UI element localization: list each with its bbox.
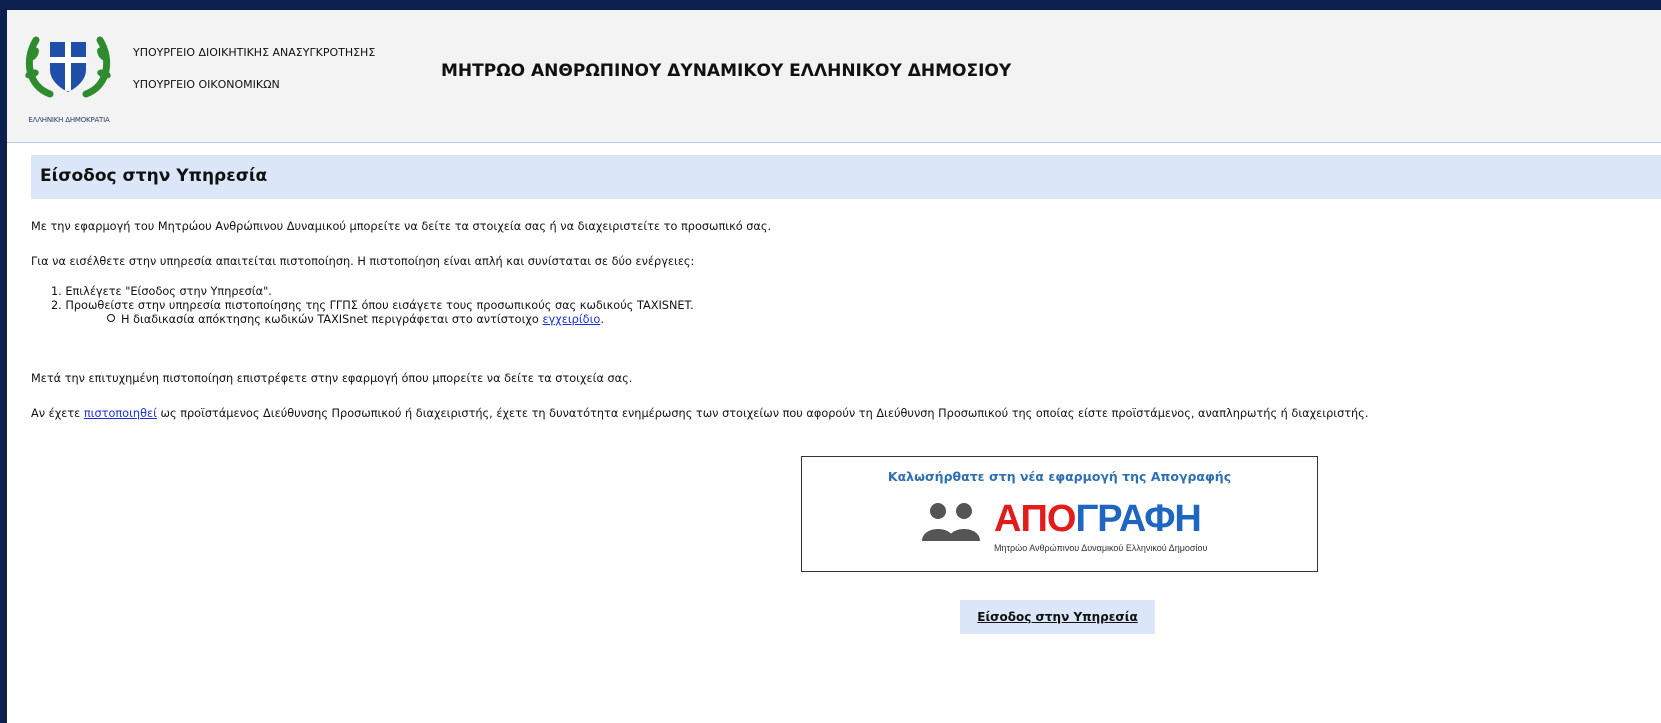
step-1: 1. Επιλέγετε "Είσοδος στην Υπηρεσία".: [51, 285, 272, 298]
login-button[interactable]: Είσοδος στην Υπηρεσία: [960, 600, 1155, 634]
apografi-subtitle: Μητρώο Ανθρώπινου Δυναμικού Ελληνικού Δη…: [994, 543, 1208, 553]
circle-bullet-icon: [107, 314, 115, 322]
admin-text-post: ως προϊστάμενος Διεύθυνσης Προσωπικού ή …: [156, 407, 1369, 420]
step-2: 2. Προωθείστε στην υπηρεσία πιστοποίησης…: [51, 299, 694, 312]
section-header-bar: Είσοδος στην Υπηρεσία: [31, 155, 1661, 199]
greek-emblem-logo: ΕΛΛΗΝΙΚΗ ΔΗΜΟΚΡΑΤΙΑ: [10, 24, 126, 132]
step-2-subitem: Η διαδικασία απόκτησης κωδικών TAXISnet …: [51, 313, 694, 327]
apografi-title: ΑΠΟΓΡΑΦΗ: [994, 498, 1202, 540]
certified-link[interactable]: πιστοποιηθεί: [84, 407, 157, 420]
people-icon: [922, 503, 980, 541]
manual-link[interactable]: εγχειρίδιο: [542, 313, 600, 326]
apografi-title-blue: ΓΡΑΦΗ: [1075, 498, 1201, 540]
intro-text: Με την εφαρμογή του Μητρώου Ανθρώπινου Δ…: [31, 220, 772, 233]
auth-intro-text: Για να εισέλθετε στην υπηρεσία απαιτείτα…: [31, 255, 695, 268]
admin-text: Αν έχετε πιστοποιηθεί ως προϊστάμενος Δι…: [31, 407, 1368, 420]
page-title: Είσοδος στην Υπηρεσία: [40, 166, 268, 186]
registry-title: ΜΗΤΡΩΟ ΑΝΘΡΩΠΙΝΟΥ ΔΥΝΑΜΙΚΟΥ ΕΛΛΗΝΙΚΟΥ ΔΗ…: [441, 61, 1012, 81]
apografi-banner[interactable]: Καλωσήρθατε στη νέα εφαρμογή της Απογραφ…: [801, 456, 1318, 572]
laurel-emblem-icon: [25, 36, 111, 98]
after-auth-text: Μετά την επιτυχημένη πιστοποίηση επιστρέ…: [31, 372, 633, 385]
banner-welcome-text: Καλωσήρθατε στη νέα εφαρμογή της Απογραφ…: [887, 469, 1232, 484]
subitem-text: Η διαδικασία απόκτησης κωδικών TAXISnet …: [121, 313, 543, 326]
page-frame: ΕΛΛΗΝΙΚΗ ΔΗΜΟΚΡΑΤΙΑ ΥΠΟΥΡΓΕΙΟ ΔΙΟΙΚΗΤΙΚΗ…: [7, 10, 1661, 723]
subitem-end: .: [600, 313, 604, 326]
logo-caption: ΕΛΛΗΝΙΚΗ ΔΗΜΟΚΡΑΤΙΑ: [28, 116, 110, 124]
apografi-title-red: ΑΠΟ: [994, 498, 1076, 540]
admin-text-pre: Αν έχετε: [31, 407, 84, 420]
ministry-finance: ΥΠΟΥΡΓΕΙΟ ΟΙΚΟΝΟΜΙΚΩΝ: [133, 78, 280, 91]
ministry-admin-reconstruction: ΥΠΟΥΡΓΕΙΟ ΔΙΟΙΚΗΤΙΚΗΣ ΑΝΑΣΥΓΚΡΟΤΗΣΗΣ: [133, 46, 376, 59]
site-header: ΕΛΛΗΝΙΚΗ ΔΗΜΟΚΡΑΤΙΑ ΥΠΟΥΡΓΕΙΟ ΔΙΟΙΚΗΤΙΚΗ…: [7, 10, 1661, 143]
steps-list: 1. Επιλέγετε "Είσοδος στην Υπηρεσία". 2.…: [51, 285, 694, 327]
apografi-logo: ΑΠΟΓΡΑΦΗ Μητρώο Ανθρώπινου Δυναμικού Ελλ…: [912, 497, 1212, 563]
